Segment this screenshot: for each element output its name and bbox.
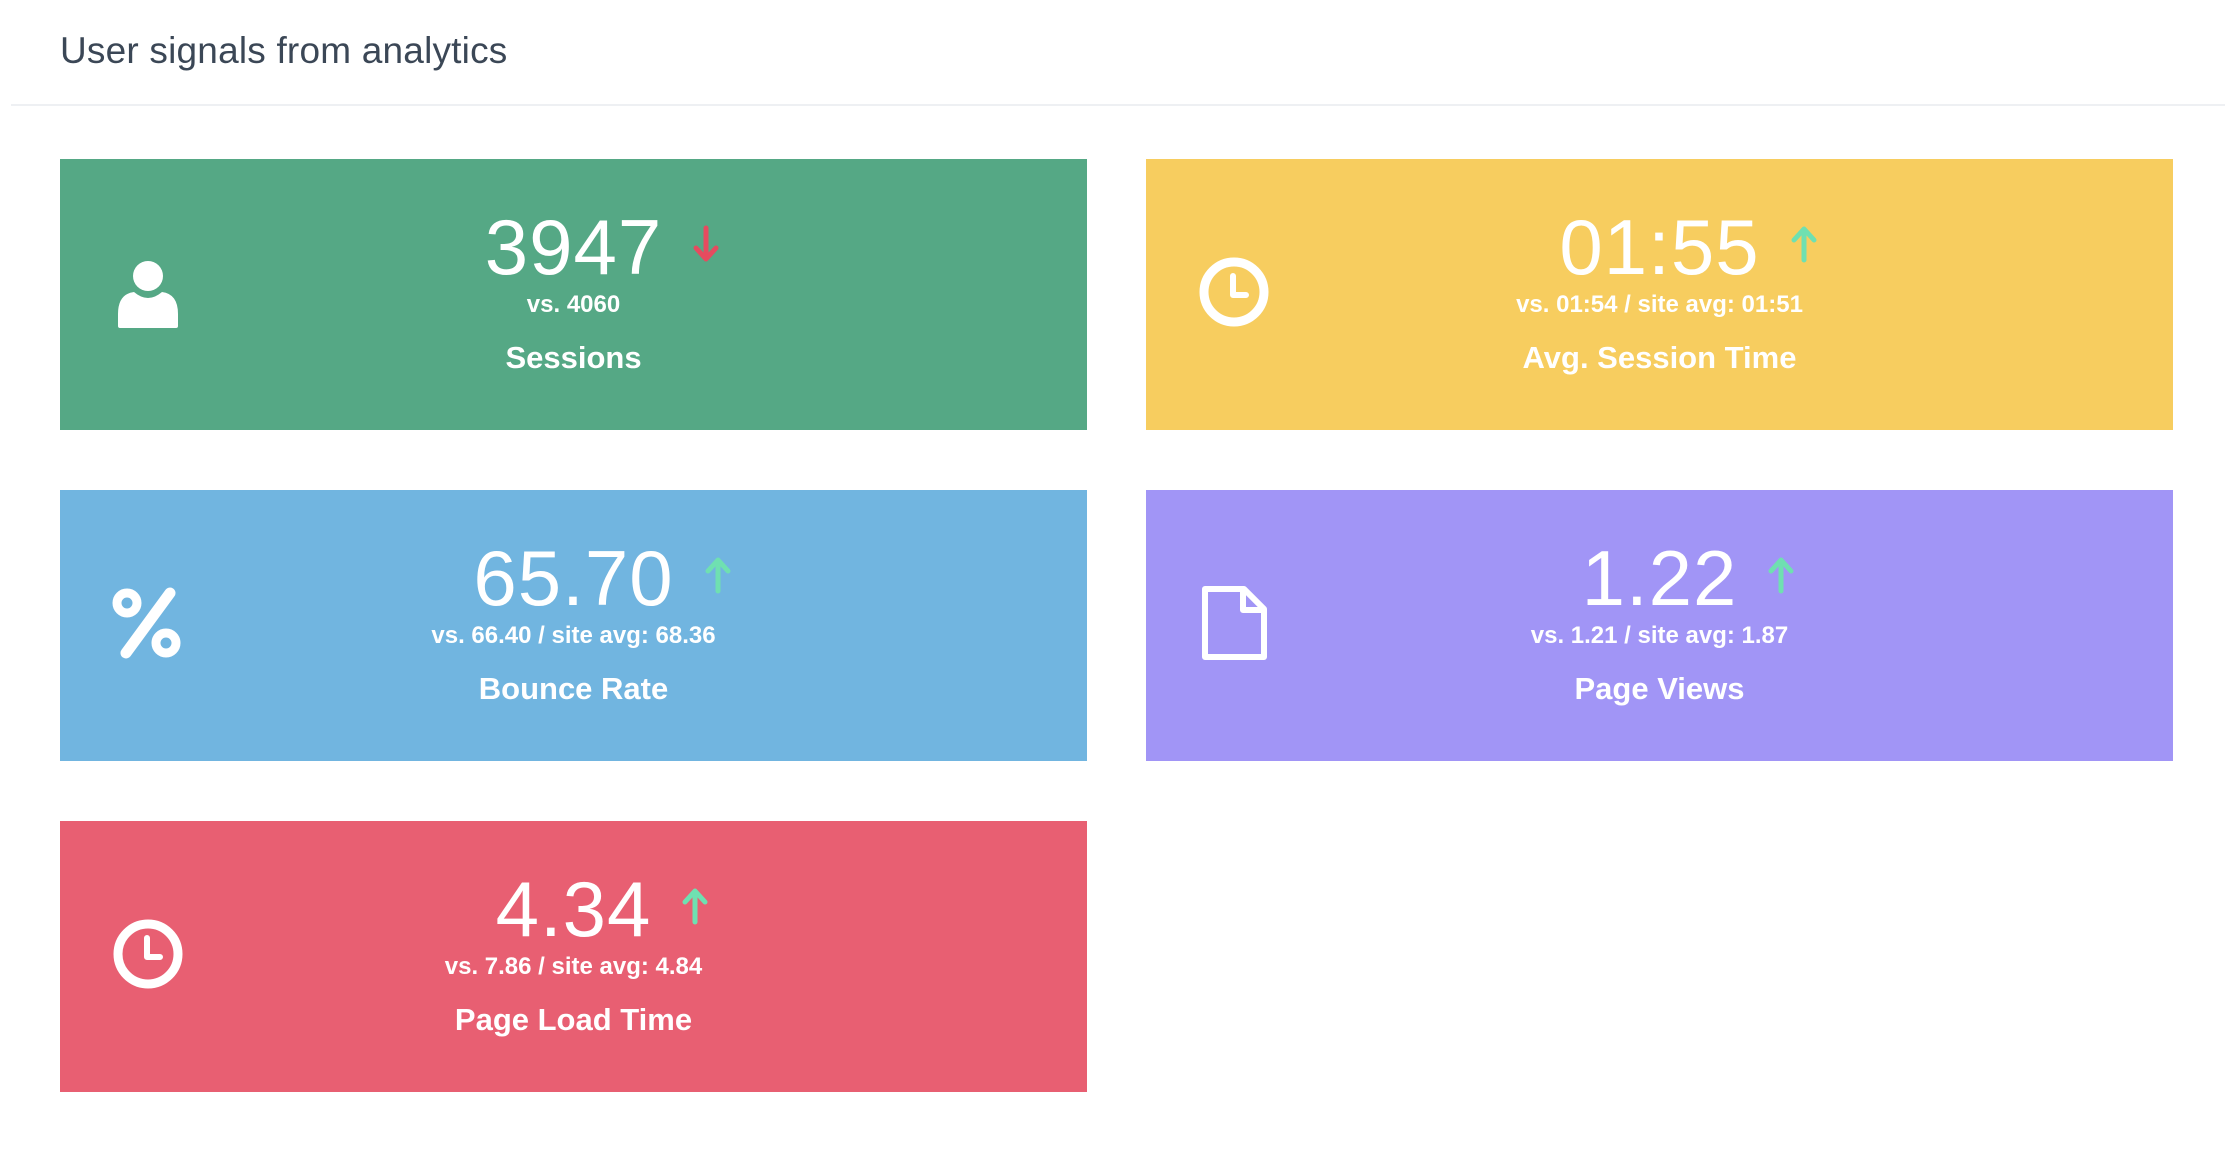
- page-load-value: 4.34: [495, 865, 652, 953]
- page-views-content: 1.22 vs. 1.21 / site avg: 1.87 Page View…: [1286, 535, 2033, 707]
- session-time-value: 01:55: [1559, 203, 1760, 291]
- analytics-page: User signals from analytics 3947 vs. 406…: [0, 0, 2234, 1150]
- session-time-value-row: 01:55: [1559, 203, 1817, 291]
- page-views-compare: vs. 1.21 / site avg: 1.87: [1530, 622, 1789, 649]
- trend-up-icon: [1767, 555, 1795, 595]
- sessions-content: 3947 vs. 4060 Sessions: [200, 204, 947, 376]
- bounce-rate-value-row: 65.70: [473, 534, 731, 622]
- page-load-label: Page Load Time: [454, 1002, 693, 1037]
- page-header: User signals from analytics: [11, 0, 2225, 106]
- page-load-compare: vs. 7.86 / site avg: 4.84: [444, 953, 703, 980]
- page-load-content: 4.34 vs. 7.86 / site avg: 4.84 Page Load…: [200, 866, 947, 1038]
- sessions-card[interactable]: 3947 vs. 4060 Sessions: [60, 159, 1087, 430]
- user-icon: [110, 254, 186, 330]
- percent-icon: [110, 585, 186, 661]
- session-time-compare: vs. 01:54 / site avg: 01:51: [1516, 291, 1803, 318]
- session-time-card[interactable]: 01:55 vs. 01:54 / site avg: 01:51 Avg. S…: [1146, 159, 2173, 430]
- document-icon: [1196, 585, 1272, 661]
- trend-up-icon: [704, 555, 732, 595]
- sessions-value-row: 3947: [484, 203, 719, 291]
- trend-down-icon: [692, 224, 720, 264]
- trend-up-icon: [681, 886, 709, 926]
- page-title: User signals from analytics: [60, 30, 508, 71]
- clock-icon: [110, 916, 186, 992]
- page-views-value: 1.22: [1581, 534, 1738, 622]
- page-views-card[interactable]: 1.22 vs. 1.21 / site avg: 1.87 Page View…: [1146, 490, 2173, 761]
- bounce-rate-content: 65.70 vs. 66.40 / site avg: 68.36 Bounce…: [200, 535, 947, 707]
- bounce-rate-label: Bounce Rate: [478, 671, 669, 706]
- page-views-label: Page Views: [1574, 671, 1745, 706]
- sessions-value: 3947: [484, 203, 663, 291]
- sessions-label: Sessions: [505, 340, 642, 375]
- trend-up-icon: [1790, 224, 1818, 264]
- bounce-rate-value: 65.70: [473, 534, 674, 622]
- bounce-rate-compare: vs. 66.40 / site avg: 68.36: [431, 622, 716, 649]
- clock-icon: [1196, 254, 1272, 330]
- page-load-value-row: 4.34: [495, 865, 708, 953]
- bounce-rate-card[interactable]: 65.70 vs. 66.40 / site avg: 68.36 Bounce…: [60, 490, 1087, 761]
- sessions-compare: vs. 4060: [526, 291, 621, 318]
- page-load-card[interactable]: 4.34 vs. 7.86 / site avg: 4.84 Page Load…: [60, 821, 1087, 1092]
- session-time-label: Avg. Session Time: [1522, 340, 1797, 375]
- session-time-content: 01:55 vs. 01:54 / site avg: 01:51 Avg. S…: [1286, 204, 2033, 376]
- page-views-value-row: 1.22: [1581, 534, 1794, 622]
